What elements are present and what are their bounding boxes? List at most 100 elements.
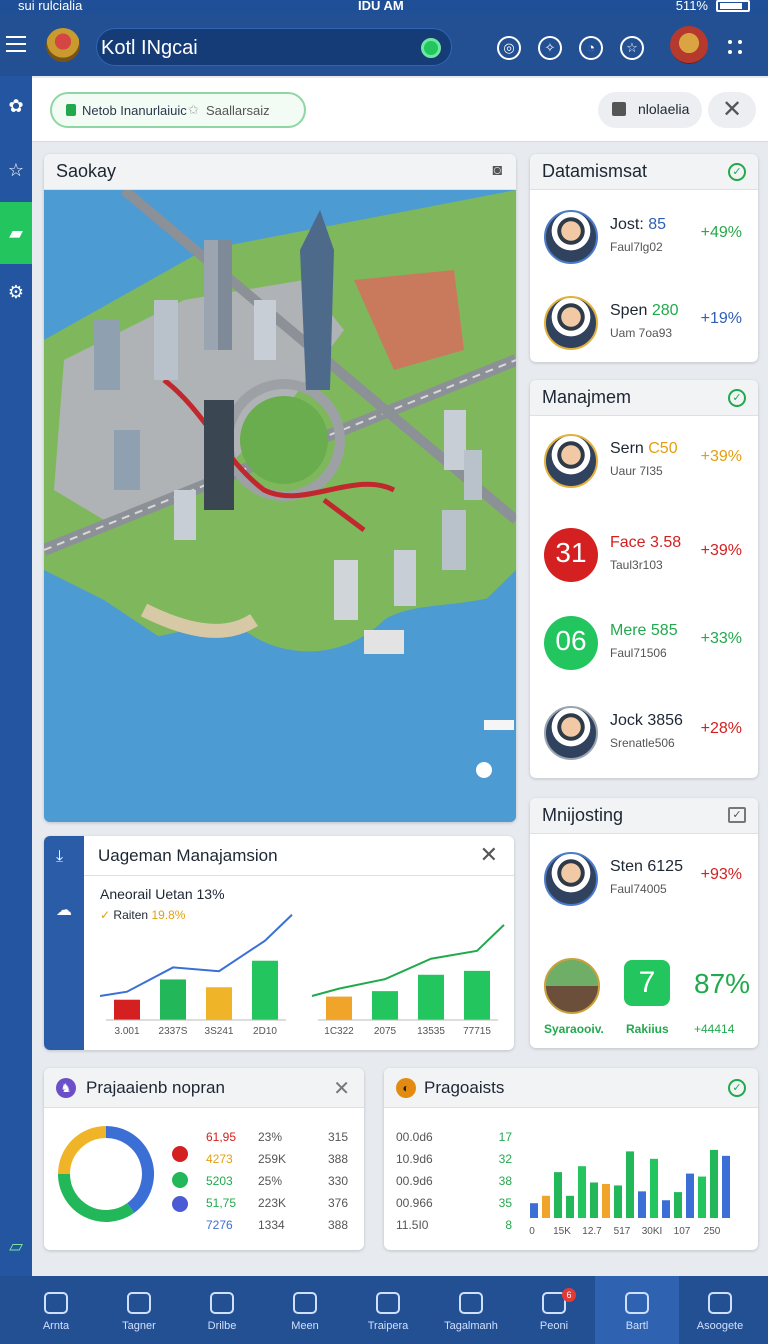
chart-icon[interactable]: ▰ [0, 202, 32, 264]
chart-bar [464, 970, 490, 1020]
cell-c: 388 [328, 1218, 349, 1232]
donut-slice [105, 1126, 154, 1213]
table-row[interactable]: 10.9d6 32 [396, 1152, 512, 1172]
star-icon[interactable]: ☆ [620, 36, 644, 60]
nav-item-7[interactable]: Bartl [595, 1276, 679, 1344]
chart-tick: 2D10 [253, 1026, 277, 1037]
lock-pill[interactable]: nlolaelia [598, 92, 702, 128]
avatar [544, 706, 598, 760]
target-icon[interactable]: ◎ [497, 36, 521, 60]
avatar [544, 434, 598, 488]
nav-icon [293, 1292, 317, 1314]
search-input[interactable] [101, 35, 411, 61]
more-icon[interactable] [728, 40, 744, 56]
check-icon[interactable]: ✓ [728, 163, 746, 181]
chart-bar [722, 1155, 730, 1218]
chip-label-a: Netob Inanurlaiuic [82, 103, 187, 118]
close-button[interactable]: ✕ [708, 92, 756, 128]
nav-item-1[interactable]: Tagner [97, 1276, 181, 1344]
landmark-label: Syaraooiv. [544, 1022, 604, 1036]
chart-bar [662, 1200, 670, 1218]
legend-dot-blue [172, 1196, 188, 1212]
table-row[interactable]: 7276 1334 388 [204, 1218, 354, 1238]
star-outline-icon: ✩ [188, 102, 199, 117]
nav-item-5[interactable]: Tagalmanh [429, 1276, 513, 1344]
chart-tick: 13535 [417, 1026, 445, 1037]
table-row[interactable]: 4273 259K 388 [204, 1152, 354, 1172]
leaf-icon[interactable]: ▱ [0, 1226, 32, 1266]
lock-icon [66, 104, 76, 116]
cloud-icon[interactable]: ☁ [56, 900, 72, 920]
city-map[interactable] [44, 190, 516, 822]
percent-value: 87% [694, 968, 751, 999]
usage-side-strip: ⤓ ☁ [44, 836, 84, 1050]
cell-a: 10.9d6 [396, 1152, 433, 1166]
nav-item-8[interactable]: Asoogete [678, 1276, 762, 1344]
check-icon[interactable]: ✓ [728, 389, 746, 407]
chart-tick: 12.7 [582, 1226, 602, 1237]
download-icon[interactable]: ⤓ [56, 848, 63, 866]
legend-dot-green [172, 1172, 188, 1188]
map-panel: Saokay ◙ [44, 154, 516, 822]
table-row[interactable]: 00.966 35 [396, 1196, 512, 1216]
avatar [544, 210, 598, 264]
usage-charts: 3.001 2337S 3S241 2D10 1C322 2075 13535 77715 [99, 913, 505, 1037]
table-row[interactable]: 11.5I0 8 [396, 1218, 512, 1238]
table-row[interactable]: 51,75 223K 376 [204, 1196, 354, 1216]
list-item[interactable]: Sern C50 Uaur 7I35 +39% [530, 426, 758, 496]
percent-label: +44414 [694, 1022, 735, 1036]
close-icon[interactable]: ✕ [333, 1076, 350, 1101]
list-item[interactable]: 31 Face 3.58 Taul3r103 +39% [530, 520, 758, 590]
table-row[interactable]: 5203 25% 330 [204, 1174, 354, 1194]
camera-icon[interactable]: ◙ [492, 162, 502, 180]
table-row[interactable]: 61,95 23% 315 [204, 1130, 354, 1150]
list-item[interactable]: 06 Mere 585 Faul71506 +33% [530, 608, 758, 678]
cell-b: 8 [505, 1218, 512, 1232]
nav-item-4[interactable]: Traipera [346, 1276, 430, 1344]
search-box[interactable] [96, 28, 452, 66]
donut-slice [58, 1126, 107, 1175]
person-name: Jost: 85 [610, 216, 667, 233]
status-dot-icon[interactable] [421, 38, 441, 58]
person-change: +28% [700, 720, 742, 737]
badge-icon[interactable]: ✧ [538, 36, 562, 60]
nav-item-6[interactable]: Peoni 6 [512, 1276, 596, 1344]
chart-bar [698, 1176, 706, 1218]
nav-item-2[interactable]: Drilbe [180, 1276, 264, 1344]
nav-icon [127, 1292, 151, 1314]
cell-c: 376 [328, 1196, 349, 1210]
table-row[interactable]: 00.0d6 17 [396, 1130, 512, 1150]
menu-icon[interactable] [6, 36, 26, 52]
avatar[interactable] [670, 26, 708, 64]
person-name: Spen 280 [610, 302, 679, 319]
chart-bar [590, 1182, 598, 1218]
nav-item-0[interactable]: Arnta [14, 1276, 98, 1344]
table-row[interactable]: 00.9d6 38 [396, 1174, 512, 1194]
star-icon[interactable]: ☆ [0, 150, 32, 190]
checkbox-icon[interactable]: ✓ [728, 807, 746, 823]
settings-icon[interactable]: ⚙ [0, 272, 32, 312]
map-panel-header: Saokay ◙ [44, 154, 516, 190]
mnijosting-panel: Mnijosting ✓ Sten 6125 Faul74005 +93% Sy… [530, 798, 758, 1048]
compass-icon[interactable]: ◔ [579, 36, 603, 60]
check-icon[interactable]: ✓ [728, 1079, 746, 1097]
crest-logo [46, 28, 80, 62]
gear-outline-icon[interactable]: ✿ [0, 86, 32, 126]
prajaaien-title: Prajaaienb nopran [86, 1078, 225, 1097]
list-item[interactable]: Spen 280 Uam 7oa93 +19% [530, 288, 758, 358]
filter-chip[interactable]: Netob Inanurlaiuic ✩ Saallarsaiz [50, 92, 306, 128]
cell-c: 388 [328, 1152, 349, 1166]
list-item[interactable]: Sten 6125 Faul74005 +93% [530, 844, 758, 914]
nav-item-3[interactable]: Meen [263, 1276, 347, 1344]
cell-b: 17 [498, 1130, 512, 1144]
list-item[interactable]: Jock 3856 Srenatle506 +28% [530, 698, 758, 768]
cell-b: 1334 [258, 1218, 285, 1232]
count-tile[interactable]: 7 [624, 960, 670, 1006]
chart-tick: 15K [553, 1226, 571, 1237]
cell-a: 4273 [206, 1152, 233, 1166]
manajmem-header: Manajmem ✓ [530, 380, 758, 416]
person-change: +19% [700, 310, 742, 327]
close-icon[interactable]: ✕ [480, 842, 498, 868]
nav-icon [459, 1292, 483, 1314]
list-item[interactable]: Jost: 85 Faul7lg02 +49% [530, 202, 758, 272]
